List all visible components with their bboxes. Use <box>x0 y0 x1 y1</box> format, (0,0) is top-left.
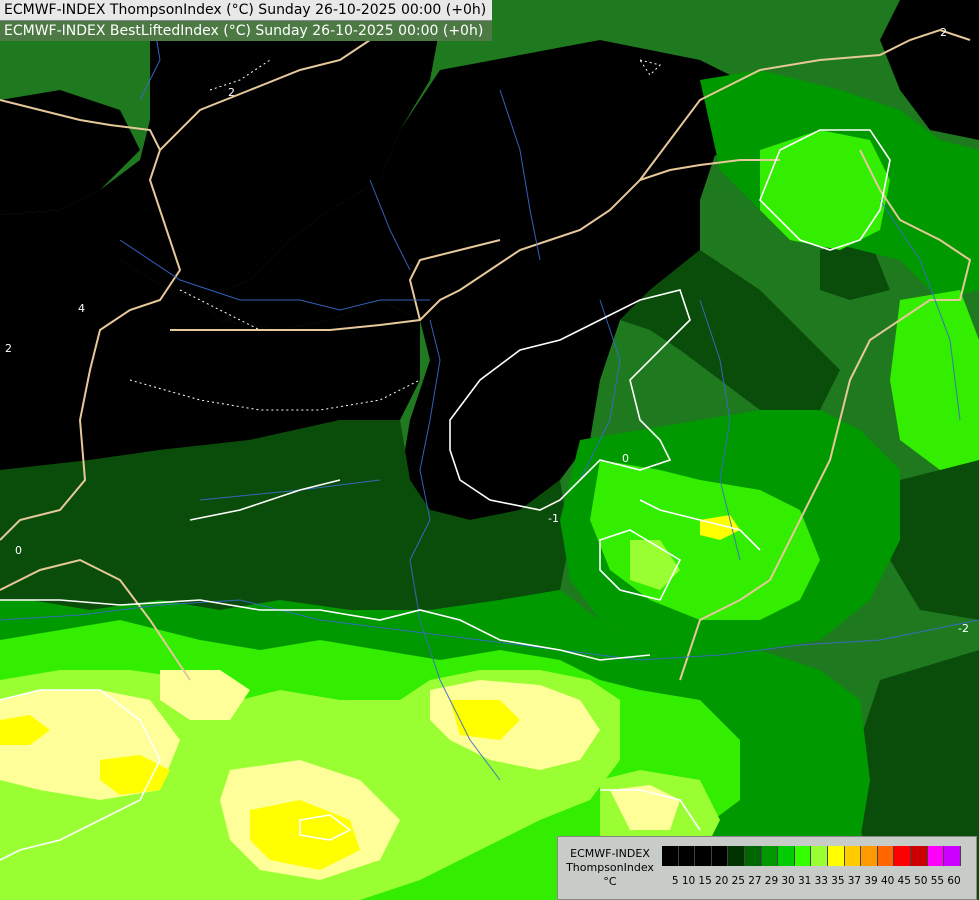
legend-swatch <box>711 846 729 866</box>
legend-swatch <box>695 846 712 866</box>
weather-map: 2 4 2 0 -1 -2 0 2 <box>0 0 979 900</box>
legend-title-model: ECMWF-INDEX <box>570 847 650 860</box>
legend-tick-label: 29 <box>764 875 779 887</box>
legend-tick-label: 5 <box>671 875 679 887</box>
legend-tick-label: 45 <box>897 875 911 887</box>
contour-label: -2 <box>958 622 969 635</box>
legend-swatch <box>910 846 928 866</box>
legend-tick-label: 60 <box>947 875 961 887</box>
legend-swatch <box>944 846 961 866</box>
legend-swatch <box>794 846 812 866</box>
legend-title-param: ThompsonIndex <box>566 861 654 874</box>
legend-tick-label: 40 <box>880 875 895 887</box>
contour-label: 2 <box>5 342 12 355</box>
legend-swatch <box>844 846 862 866</box>
legend-swatch <box>861 846 878 866</box>
legend-tick-label: 27 <box>748 875 762 887</box>
header-title-secondary: ECMWF-INDEX BestLiftedIndex (°C) Sunday … <box>0 21 493 41</box>
legend-ticks: 5 10 15 20 25 27 29 30 31 33 35 37 39 40 45 50 55 60 <box>662 875 961 887</box>
legend-tick-label: 20 <box>715 875 729 887</box>
legend-tick-label: 50 <box>914 875 928 887</box>
contour-label: -1 <box>548 512 559 525</box>
legend-swatch <box>778 846 795 866</box>
legend-title: ECMWF-INDEX ThompsonIndex °C <box>562 847 658 889</box>
legend-swatch <box>662 846 679 866</box>
legend-swatch <box>761 846 779 866</box>
contour-label: 2 <box>940 26 947 39</box>
legend-tick-label: 35 <box>831 875 845 887</box>
legend-tick-label: 31 <box>797 875 812 887</box>
legend-swatch <box>927 846 945 866</box>
legend-tick-label: 25 <box>731 875 745 887</box>
legend-swatch <box>728 846 745 866</box>
contour-label: 0 <box>622 452 629 465</box>
legend-tick-label: 30 <box>781 875 795 887</box>
contour-label: 4 <box>78 302 85 315</box>
contour-label: 2 <box>228 86 235 99</box>
contour-label: 0 <box>15 544 22 557</box>
legend-tick-label: 10 <box>681 875 696 887</box>
legend-swatch <box>744 846 762 866</box>
legend-swatch <box>811 846 828 866</box>
legend-swatch <box>827 846 845 866</box>
color-legend: ECMWF-INDEX ThompsonIndex °C 5 10 15 20 25 27… <box>557 836 977 900</box>
map-header: ECMWF-INDEX ThompsonIndex (°C) Sunday 26… <box>0 0 493 41</box>
legend-tick-label: 37 <box>847 875 862 887</box>
legend-tick-label: 39 <box>864 875 878 887</box>
legend-tick-label: 33 <box>814 875 828 887</box>
legend-swatch <box>678 846 696 866</box>
legend-swatches <box>662 846 961 866</box>
legend-tick-label: 15 <box>698 875 712 887</box>
header-title-primary: ECMWF-INDEX ThompsonIndex (°C) Sunday 26… <box>0 0 493 21</box>
legend-swatch <box>894 846 911 866</box>
legend-tick-label: 55 <box>930 875 945 887</box>
legend-swatch <box>877 846 895 866</box>
legend-unit: °C <box>603 875 617 888</box>
